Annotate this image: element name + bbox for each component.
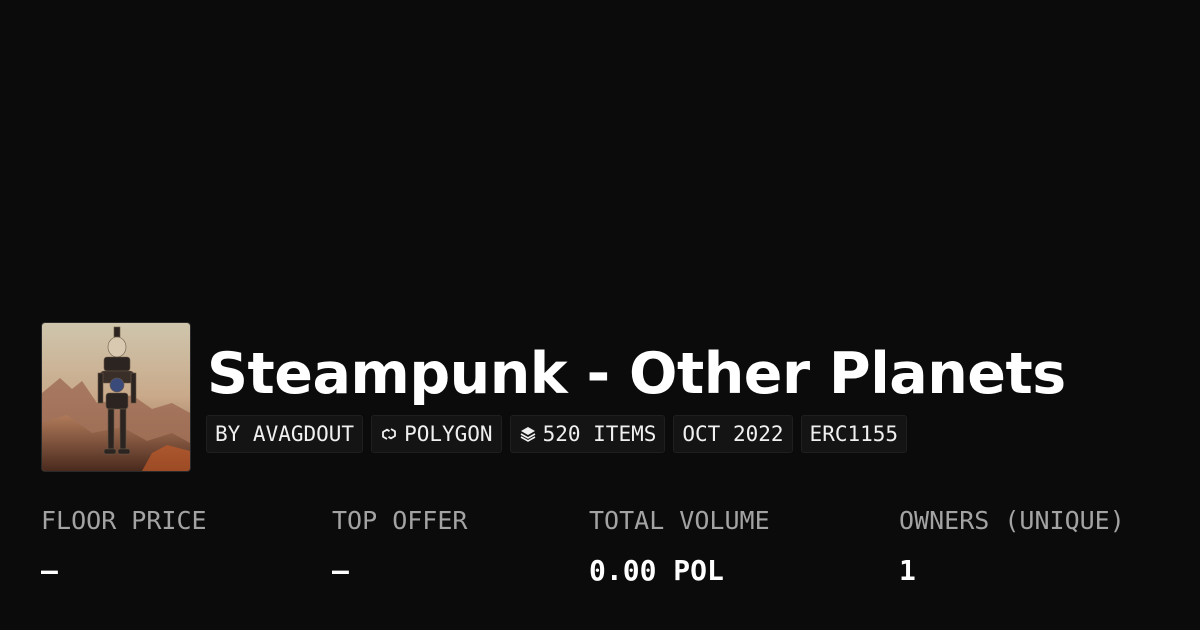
creator-label: BY AVAGDOUT <box>215 422 355 446</box>
stat-label: TOP OFFER <box>332 506 468 535</box>
layers-icon <box>519 425 537 443</box>
creator-tag[interactable]: BY AVAGDOUT <box>206 415 364 453</box>
collection-title: Steampunk - Other Planets <box>207 341 1066 407</box>
stat-floor-price: FLOOR PRICE – <box>41 503 207 589</box>
stat-label: TOTAL VOLUME <box>589 506 770 535</box>
items-count-tag: 520 ITEMS <box>509 415 666 453</box>
chain-tag[interactable]: POLYGON <box>371 415 502 453</box>
created-date-label: OCT 2022 <box>682 422 784 446</box>
token-standard-label: ERC1155 <box>809 422 899 446</box>
polygon-chain-icon <box>380 425 398 443</box>
stat-value: 1 <box>899 554 916 587</box>
stat-total-volume: TOTAL VOLUME 0.00 POL <box>589 503 770 589</box>
created-date-tag: OCT 2022 <box>673 415 793 453</box>
token-standard-tag: ERC1155 <box>800 415 908 453</box>
chain-label: POLYGON <box>404 422 493 446</box>
stat-top-offer: TOP OFFER – <box>332 503 467 589</box>
collection-image <box>41 322 191 472</box>
items-count-label: 520 ITEMS <box>542 422 657 446</box>
stat-label: OWNERS (UNIQUE) <box>899 506 1125 535</box>
stat-value: – <box>41 554 58 587</box>
stat-value: 0.00 POL <box>589 554 724 587</box>
stat-label: FLOOR PRICE <box>41 506 207 535</box>
collection-tags: BY AVAGDOUT POLYGON 520 ITEMS OCT 2022 E… <box>206 415 908 453</box>
stat-owners: OWNERS (UNIQUE) 1 <box>899 503 1125 589</box>
stat-value: – <box>332 554 349 587</box>
